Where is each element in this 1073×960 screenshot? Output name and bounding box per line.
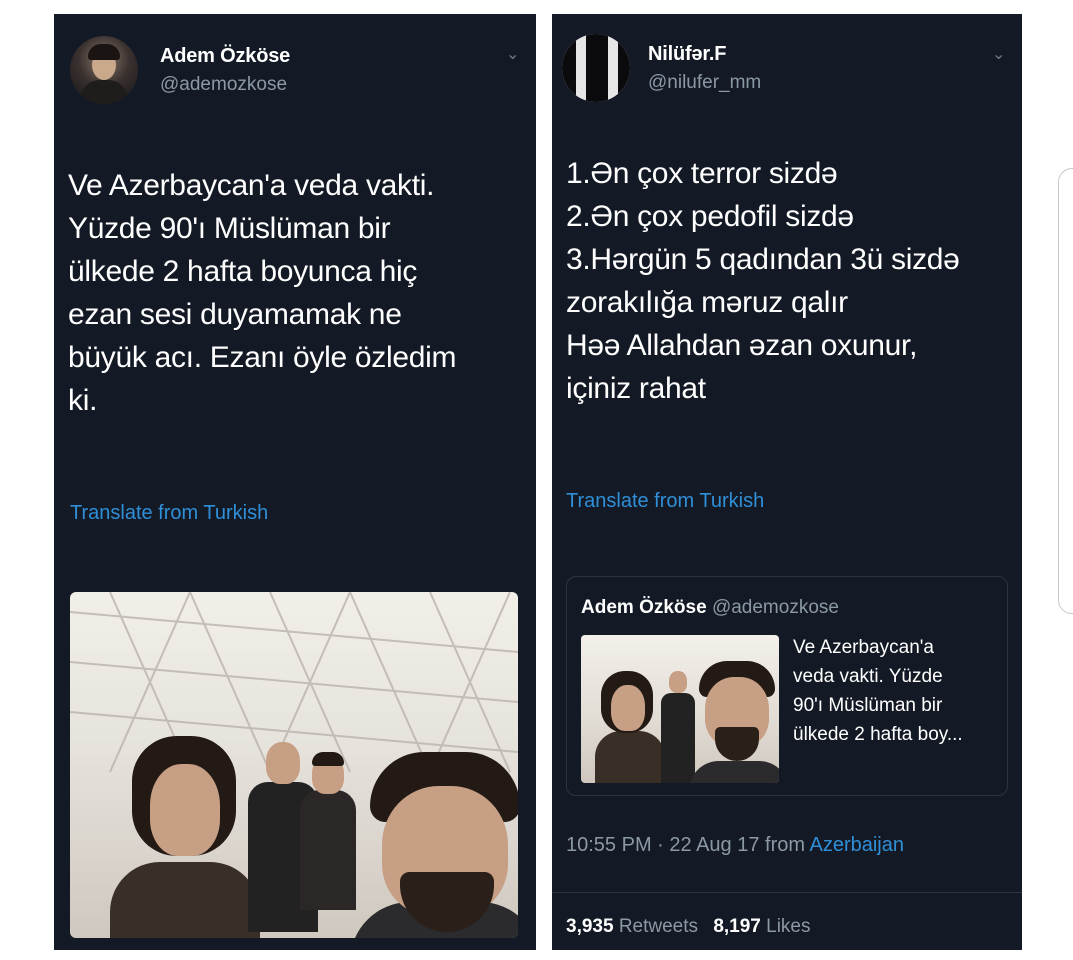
tweet-header: Nilüfər.F @nilufer_mm [562, 34, 761, 102]
avatar[interactable] [70, 36, 138, 104]
avatar[interactable] [562, 34, 630, 102]
quoted-tweet[interactable]: Adem Özköse @ademozkose Ve Azerbaycan'a … [566, 576, 1008, 796]
tweet-text: Ve Azerbaycan'a veda vakti. Yüzde 90'ı M… [68, 169, 457, 417]
tweet-photo[interactable] [70, 592, 518, 938]
tweet-stats: 3,935 Retweets 8,197 Likes [566, 916, 811, 938]
screenshot-collage: Adem Özköse @ademozkose ⌄ Ve Azerbaycan'… [0, 0, 1073, 960]
likes-label[interactable]: Likes [766, 916, 810, 937]
tweet-card-right: Nilüfər.F @nilufer_mm ⌄ 1.Ən çox terror … [552, 14, 1022, 950]
tweet-timestamp: 10:55 PM · 22 Aug 17 from Azerbaijan [566, 834, 904, 857]
tweet-text: 1.Ən çox terror sizdə 2.Ən çox pedofil s… [566, 157, 960, 405]
user-handle[interactable]: @nilufer_mm [648, 72, 761, 94]
translate-link[interactable]: Translate from Turkish [70, 502, 268, 525]
user-names: Nilüfər.F @nilufer_mm [648, 43, 761, 94]
display-name[interactable]: Nilüfər.F [648, 43, 761, 66]
divider [552, 892, 1022, 893]
chevron-down-icon[interactable]: ⌄ [992, 44, 1005, 64]
quoted-user-handle: @ademozkose [711, 597, 839, 618]
quoted-display-name: Adem Özköse [581, 597, 707, 618]
display-name[interactable]: Adem Özköse [160, 45, 290, 68]
tweet-card-left: Adem Özköse @ademozkose ⌄ Ve Azerbaycan'… [54, 14, 536, 950]
phone-frame-edge [1058, 168, 1073, 614]
location-link[interactable]: Azerbaijan [809, 834, 904, 856]
tweet-header: Adem Özköse @ademozkose [70, 36, 290, 104]
chevron-down-icon[interactable]: ⌄ [506, 44, 519, 64]
likes-count[interactable]: 8,197 [713, 916, 761, 937]
timestamp-text: 10:55 PM · 22 Aug 17 from [566, 834, 806, 856]
quoted-tweet-text: Ve Azerbaycan'a veda vakti. Yüzde 90'ı M… [793, 637, 963, 745]
user-names: Adem Özköse @ademozkose [160, 45, 290, 96]
user-handle[interactable]: @ademozkose [160, 74, 290, 96]
translate-link[interactable]: Translate from Turkish [566, 490, 764, 513]
retweets-label[interactable]: Retweets [619, 916, 698, 937]
quoted-tweet-header: Adem Özköse @ademozkose [581, 597, 839, 619]
quoted-tweet-photo [581, 635, 779, 783]
retweets-count[interactable]: 3,935 [566, 916, 614, 937]
